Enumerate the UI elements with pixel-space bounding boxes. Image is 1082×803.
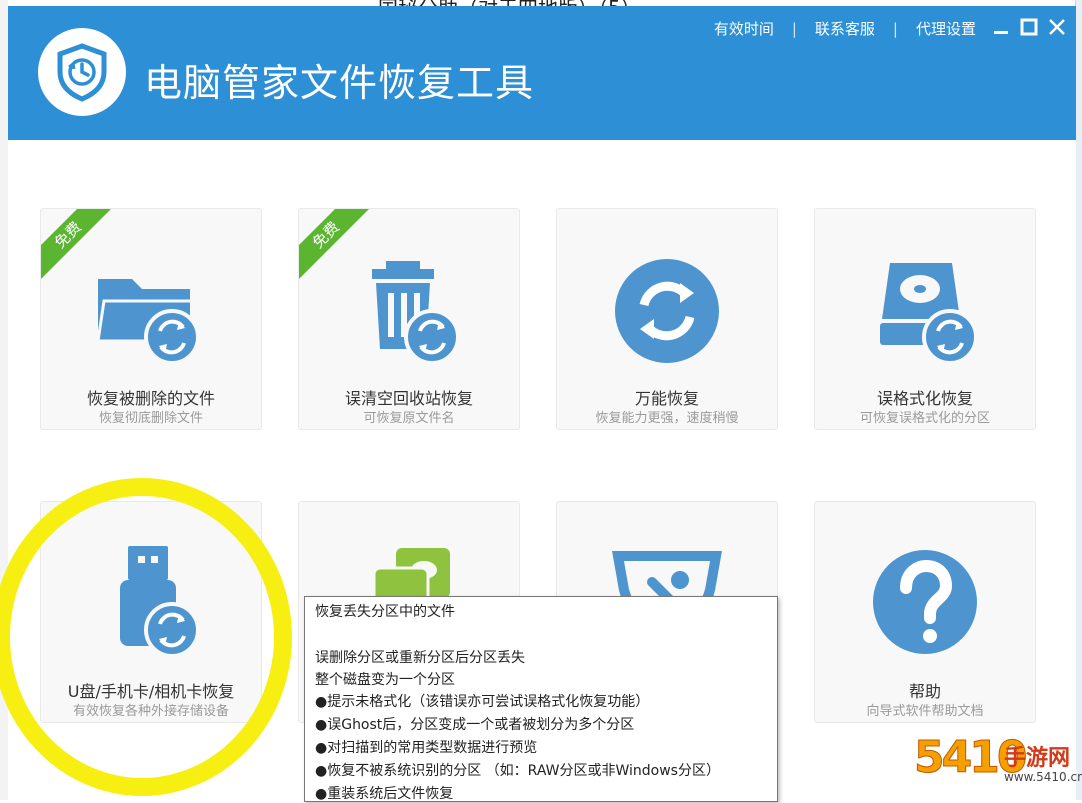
desktop-right-strip (1075, 0, 1082, 800)
feature-tooltip: 恢复丢失分区中的文件 误删除分区或重新分区后分区丢失 整个磁盘变为一个分区 ●提… (304, 596, 778, 802)
title-bar: 电脑管家文件恢复工具 有效时间 | 联系客服 | 代理设置 (8, 6, 1076, 140)
card-universal-recover[interactable]: 万能恢复 恢复能力更强，速度稍慢 (556, 208, 778, 430)
shield-clock-icon (57, 43, 107, 102)
card-title: 误格式化恢复 (876, 389, 973, 408)
card-usb-recover[interactable]: U盘/手机卡/相机卡恢复 有效恢复各种外接存储设备 (40, 501, 262, 723)
card-title: 万能恢复 (634, 389, 699, 408)
card-subtitle: 恢复彻底删除文件 (98, 411, 203, 426)
close-button[interactable] (1046, 16, 1068, 38)
universal-recover-icon (615, 259, 719, 363)
usb-recover-icon (120, 546, 200, 658)
app-title: 电脑管家文件恢复工具 (144, 61, 535, 105)
tooltip-line: ●对扫描到的常用类型数据进行预览 (315, 740, 538, 756)
card-help[interactable]: 帮助 向导式软件帮助文档 (814, 501, 1036, 723)
contact-service-link[interactable]: 联系客服 (815, 18, 875, 39)
valid-time-link[interactable]: 有效时间 (714, 18, 774, 39)
maximize-button[interactable] (1018, 16, 1040, 38)
card-recycle-bin-recover[interactable]: 免费 误清空回收站恢复 可恢复原文件名 (298, 208, 520, 430)
proxy-settings-link[interactable]: 代理设置 (916, 18, 976, 39)
link-separator: | (791, 19, 797, 38)
card-subtitle: 有效恢复各种外接存储设备 (72, 704, 229, 719)
folder-recover-icon (96, 279, 200, 365)
card-title: 误清空回收站恢复 (344, 389, 473, 408)
tooltip-line: ●重装系统后文件恢复 (315, 786, 454, 802)
card-format-recover[interactable]: 误格式化恢复 可恢复误格式化的分区 (814, 208, 1036, 430)
card-title: U盘/手机卡/相机卡恢复 (67, 682, 235, 701)
tooltip-line: ●误Ghost后，分区变成一个或者被划分为多个分区 (315, 717, 635, 733)
tooltip-line: 恢复丢失分区中的文件 (315, 604, 455, 620)
app-logo (38, 28, 126, 116)
minimize-icon (994, 31, 1008, 34)
tooltip-line: ●提示未格式化（该错误亦可尝试误格式化恢复功能） (315, 694, 650, 710)
watermark-url: www.5410.cn (1004, 770, 1082, 784)
card-subtitle: 可恢复误格式化的分区 (859, 411, 990, 426)
minimize-button[interactable] (990, 16, 1012, 38)
maximize-icon (1020, 18, 1038, 36)
top-links: 有效时间 | 联系客服 | 代理设置 (714, 18, 976, 39)
card-subtitle: 恢复能力更强，速度稍慢 (595, 411, 739, 426)
help-icon (873, 550, 977, 654)
close-icon (1049, 19, 1065, 35)
card-subtitle: 向导式软件帮助文档 (866, 704, 984, 719)
tooltip-line: 整个磁盘变为一个分区 (315, 672, 455, 688)
disk-recover-icon (880, 263, 978, 365)
trash-recover-icon (372, 261, 460, 365)
link-separator: | (892, 19, 898, 38)
card-title: 帮助 (908, 682, 941, 701)
card-subtitle: 可恢复原文件名 (363, 411, 455, 426)
card-title: 恢复被删除的文件 (86, 389, 215, 408)
card-recover-deleted[interactable]: 免费 恢复被删除的文件 恢复彻底删除文件 (40, 208, 262, 430)
tooltip-line: ●恢复不被系统识别的分区 （如：RAW分区或非Windows分区） (315, 763, 720, 779)
site-watermark: 5410 手游网 www.5410.cn (913, 732, 1082, 796)
tooltip-line: 误删除分区或重新分区后分区丢失 (315, 650, 525, 666)
watermark-name: 手游网 (1004, 746, 1071, 771)
